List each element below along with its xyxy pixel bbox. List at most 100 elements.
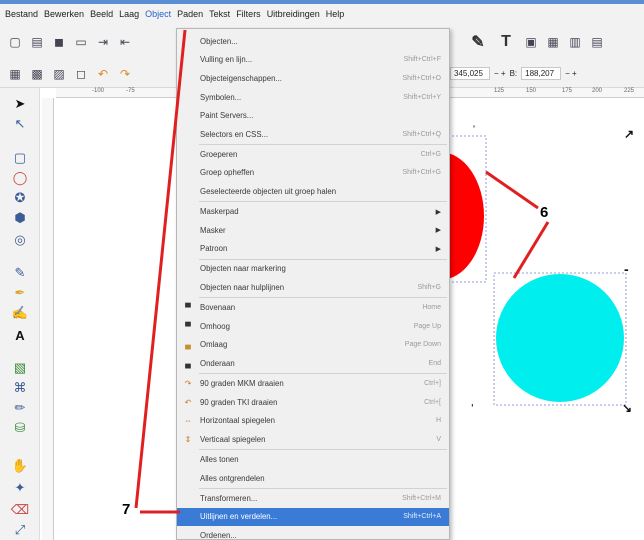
ruler-tick-label: 225	[624, 88, 635, 94]
toolbox: ➤ ↖ ▢ ◯ ✪ ⬢ ◎ ✎ ✒ ✍ A ▧ ⌘ ✏ ⛁ ✋ ✦ ⌫ ⤢	[0, 88, 40, 540]
ruler-tick-label: 175	[562, 88, 573, 94]
menu-object[interactable]: Object	[142, 5, 174, 23]
spiral-tool-icon[interactable]: ◎	[10, 230, 30, 250]
gradient-tool-icon[interactable]: ▧	[10, 358, 30, 378]
deselect-icon[interactable]: ▨	[50, 65, 68, 83]
export-icon[interactable]: ⇤	[116, 33, 134, 51]
menu-item-label: Omlaag	[200, 340, 228, 350]
menu-item-label: Geselecteerde objecten uit groep halen	[200, 187, 337, 197]
menu-item[interactable]: Ordenen...	[177, 526, 449, 540]
menu-item-label: Maskerpad	[200, 207, 239, 217]
menu-item-shortcut: Ctrl+]	[424, 380, 441, 388]
pen-tool-icon[interactable]: ✎	[466, 30, 490, 54]
menu-paden[interactable]: Paden	[174, 5, 206, 23]
menu-item[interactable]: Objecten...	[177, 32, 449, 51]
menu-laag[interactable]: Laag	[116, 5, 142, 23]
text-tool-icon[interactable]: T	[494, 30, 518, 54]
xml-editor-icon[interactable]: ▦	[544, 33, 562, 51]
spray-tool-icon[interactable]: ✦	[10, 478, 30, 498]
menu-beeld[interactable]: Beeld	[87, 5, 116, 23]
tweak-tool-icon[interactable]: ✋	[10, 456, 30, 476]
menu-item[interactable]: Patroon ▶	[177, 240, 449, 259]
menu-item[interactable]: Maskerpad ▶	[177, 202, 449, 221]
x-coordinate-input[interactable]: 345,025	[450, 66, 490, 80]
x-stepper[interactable]: − +	[494, 69, 506, 78]
paint-bucket-tool-icon[interactable]: ⛁	[10, 418, 30, 438]
menu-item[interactable]: Groeperen Ctrl+G	[177, 145, 449, 164]
menu-item-label: Vulling en lijn...	[200, 55, 253, 65]
select-all-icon[interactable]: ▦	[6, 65, 24, 83]
menu-item-label: 90 graden TKI draaien	[200, 397, 278, 407]
menu-item[interactable]: ▄ Onderaan End	[177, 354, 449, 373]
touch-select-icon[interactable]: ◻	[72, 65, 90, 83]
menu-item[interactable]: Alles ontgrendelen	[177, 469, 449, 488]
rotate-ccw-tool-icon[interactable]: ↶	[94, 65, 112, 83]
save-icon[interactable]: ◼	[50, 33, 68, 51]
preferences-icon[interactable]: ▤	[588, 33, 606, 51]
menu-item[interactable]: Objecten naar markering	[177, 260, 449, 279]
dropper-tool-icon[interactable]: ✏	[10, 398, 30, 418]
3d-box-tool-icon[interactable]: ⬢	[10, 208, 30, 228]
menu-filters[interactable]: Filters	[233, 5, 264, 23]
rotate-cw-icon: ↷	[184, 379, 192, 389]
menu-tekst[interactable]: Tekst	[206, 5, 233, 23]
layers-icon[interactable]: ▣	[522, 33, 540, 51]
menu-item[interactable]: Transformeren... Shift+Ctrl+M	[177, 489, 449, 508]
menu-item-shortcut: H	[435, 417, 441, 425]
mesh-tool-icon[interactable]: ⌘	[10, 378, 30, 398]
menu-bewerken[interactable]: Bewerken	[41, 5, 87, 23]
menu-bestand[interactable]: Bestand	[2, 5, 41, 23]
menu-item[interactable]: Symbolen... Shift+Ctrl+Y	[177, 88, 449, 107]
menu-item[interactable]: ▄ Omlaag Page Down	[177, 336, 449, 355]
rectangle-tool-icon[interactable]: ▢	[10, 148, 30, 168]
select-all-layers-icon[interactable]: ▩	[28, 65, 46, 83]
menu-item[interactable]: Objecten naar hulplijnen Shift+G	[177, 278, 449, 297]
connector-tool-icon[interactable]: ⤢	[10, 520, 30, 540]
lower-to-bottom-icon: ▄	[185, 358, 191, 368]
width-stepper[interactable]: − +	[565, 69, 577, 78]
ellipse-tool-icon[interactable]: ◯	[10, 168, 30, 188]
menu-item[interactable]: Masker ▶	[177, 221, 449, 240]
new-document-icon[interactable]: ▢	[6, 33, 24, 51]
menu-item-label: Onderaan	[200, 358, 235, 368]
menu-item[interactable]: ⇕ Verticaal spiegelen V	[177, 430, 449, 449]
menu-item[interactable]: Geselecteerde objecten uit groep halen	[177, 182, 449, 201]
open-document-icon[interactable]: ▤	[28, 33, 46, 51]
calligraphy-tool-icon[interactable]: ✍	[10, 303, 30, 323]
submenu-arrow-icon: ▶	[435, 245, 441, 253]
menu-item[interactable]: Vulling en lijn... Shift+Ctrl+F	[177, 51, 449, 70]
text-tool-icon-left[interactable]: A	[10, 325, 30, 345]
pen-tool-icon-left[interactable]: ✒	[10, 283, 30, 303]
menu-item[interactable]: Groep opheffen Shift+Ctrl+G	[177, 164, 449, 183]
print-icon[interactable]: ▭	[72, 33, 90, 51]
ruler-tick-label: -75	[126, 88, 135, 94]
menu-item[interactable]: ▀ Omhoog Page Up	[177, 317, 449, 336]
menu-help[interactable]: Help	[323, 5, 348, 23]
menu-item[interactable]: ⇔ Horizontaal spiegelen H	[177, 412, 449, 431]
menu-item[interactable]: Alles tonen	[177, 450, 449, 469]
width-input[interactable]: 188,207	[521, 66, 562, 80]
menu-uitbreidingen[interactable]: Uitbreidingen	[264, 5, 323, 23]
menu-item[interactable]: Selectors en CSS... Shift+Ctrl+Q	[177, 125, 449, 144]
menu-item-shortcut: V	[436, 435, 441, 443]
import-icon[interactable]: ⇥	[94, 33, 112, 51]
eraser-tool-icon[interactable]: ⌫	[10, 500, 30, 520]
document-properties-icon[interactable]: ▥	[566, 33, 584, 51]
menu-item[interactable]: ↷ 90 graden MKM draaien Ctrl+]	[177, 374, 449, 393]
star-tool-icon[interactable]: ✪	[10, 188, 30, 208]
menu-item[interactable]: ▀ Bovenaan Home	[177, 298, 449, 317]
menu-item-shortcut: Shift+Ctrl+O	[402, 74, 441, 82]
menu-item-label: Objecten naar markering	[200, 264, 286, 274]
menu-item[interactable]: ↶ 90 graden TKI draaien Ctrl+[	[177, 393, 449, 412]
annotation-label-6: 6	[540, 204, 549, 221]
node-tool-icon[interactable]: ↖	[10, 114, 30, 134]
menu-item[interactable]: Paint Servers...	[177, 106, 449, 125]
menu-item-label: 90 graden MKM draaien	[200, 379, 284, 389]
menu-item[interactable]: Uitlijnen en verdelen... Shift+Ctrl+A	[177, 507, 449, 526]
selector-tool-icon[interactable]: ➤	[10, 94, 30, 114]
object-menu: Objecten... Vulling en lijn... Shift+Ctrl+…	[176, 28, 450, 540]
submenu-arrow-icon: ▶	[435, 227, 441, 235]
menu-item[interactable]: Objecteigenschappen... Shift+Ctrl+O	[177, 69, 449, 88]
pencil-tool-icon[interactable]: ✎	[10, 263, 30, 283]
rotate-cw-tool-icon[interactable]: ↷	[116, 65, 134, 83]
